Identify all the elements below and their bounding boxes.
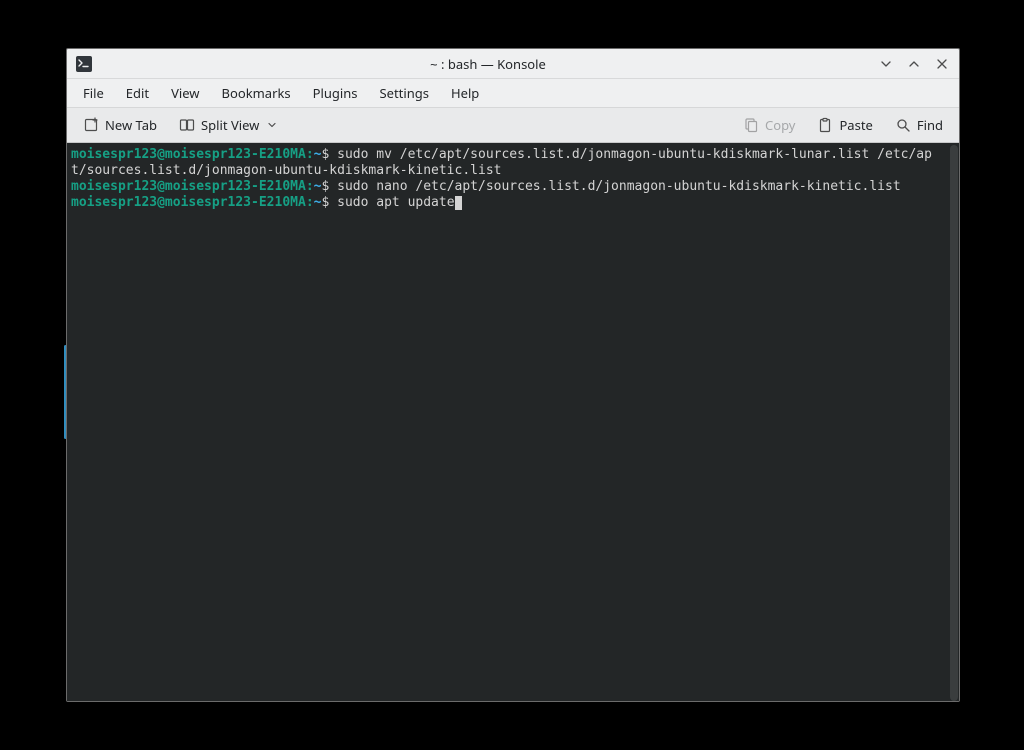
terminal-line: moisespr123@moisespr123-E210MA:~$ sudo n…: [71, 179, 943, 195]
find-label: Find: [917, 116, 943, 134]
konsole-app-icon: [75, 55, 93, 73]
window-controls: [877, 55, 951, 73]
prompt-char: $: [321, 147, 337, 162]
prompt-separator: :: [306, 147, 314, 162]
menu-edit[interactable]: Edit: [116, 80, 159, 106]
konsole-window: ~ : bash — Konsole File Edit View Bookma…: [66, 48, 960, 702]
close-button[interactable]: [933, 55, 951, 73]
menu-plugins[interactable]: Plugins: [303, 80, 368, 106]
copy-icon: [743, 117, 759, 133]
menu-settings[interactable]: Settings: [370, 80, 439, 106]
split-view-button[interactable]: Split View: [171, 112, 285, 138]
prompt-user: moisespr123@moisespr123-E210MA: [71, 195, 306, 210]
copy-label: Copy: [765, 116, 795, 134]
terminal-line: moisespr123@moisespr123-E210MA:~$ sudo m…: [71, 147, 943, 179]
paste-label: Paste: [839, 116, 872, 134]
split-view-icon: [179, 117, 195, 133]
terminal-command: sudo nano /etc/apt/sources.list.d/jonmag…: [337, 179, 901, 194]
search-icon: [895, 117, 911, 133]
prompt-user: moisespr123@moisespr123-E210MA: [71, 179, 306, 194]
menu-file[interactable]: File: [73, 80, 114, 106]
split-view-label: Split View: [201, 116, 259, 134]
paste-icon: [817, 117, 833, 133]
terminal-line: moisespr123@moisespr123-E210MA:~$ sudo a…: [71, 195, 943, 211]
terminal-pane: moisespr123@moisespr123-E210MA:~$ sudo m…: [67, 143, 959, 701]
copy-button[interactable]: Copy: [735, 112, 803, 138]
terminal-cursor: [455, 196, 462, 210]
scrollbar-thumb[interactable]: [950, 145, 958, 701]
paste-button[interactable]: Paste: [809, 112, 880, 138]
maximize-button[interactable]: [905, 55, 923, 73]
terminal-scrollbar[interactable]: [949, 143, 959, 701]
find-button[interactable]: Find: [887, 112, 951, 138]
titlebar: ~ : bash — Konsole: [67, 49, 959, 79]
new-tab-icon: [83, 117, 99, 133]
prompt-separator: :: [306, 179, 314, 194]
prompt-separator: :: [306, 195, 314, 210]
window-title: ~ : bash — Konsole: [99, 55, 877, 73]
new-tab-label: New Tab: [105, 116, 157, 134]
new-tab-button[interactable]: New Tab: [75, 112, 165, 138]
prompt-char: $: [321, 195, 337, 210]
terminal-command: sudo apt update: [337, 195, 454, 210]
menu-help[interactable]: Help: [441, 80, 489, 106]
minimize-button[interactable]: [877, 55, 895, 73]
menu-view[interactable]: View: [161, 80, 209, 106]
terminal[interactable]: moisespr123@moisespr123-E210MA:~$ sudo m…: [67, 143, 949, 701]
prompt-user: moisespr123@moisespr123-E210MA: [71, 147, 306, 162]
menu-bookmarks[interactable]: Bookmarks: [212, 80, 301, 106]
menubar: File Edit View Bookmarks Plugins Setting…: [67, 79, 959, 107]
chevron-down-icon: [267, 120, 277, 130]
toolbar: New Tab Split View Copy: [67, 107, 959, 143]
prompt-char: $: [321, 179, 337, 194]
